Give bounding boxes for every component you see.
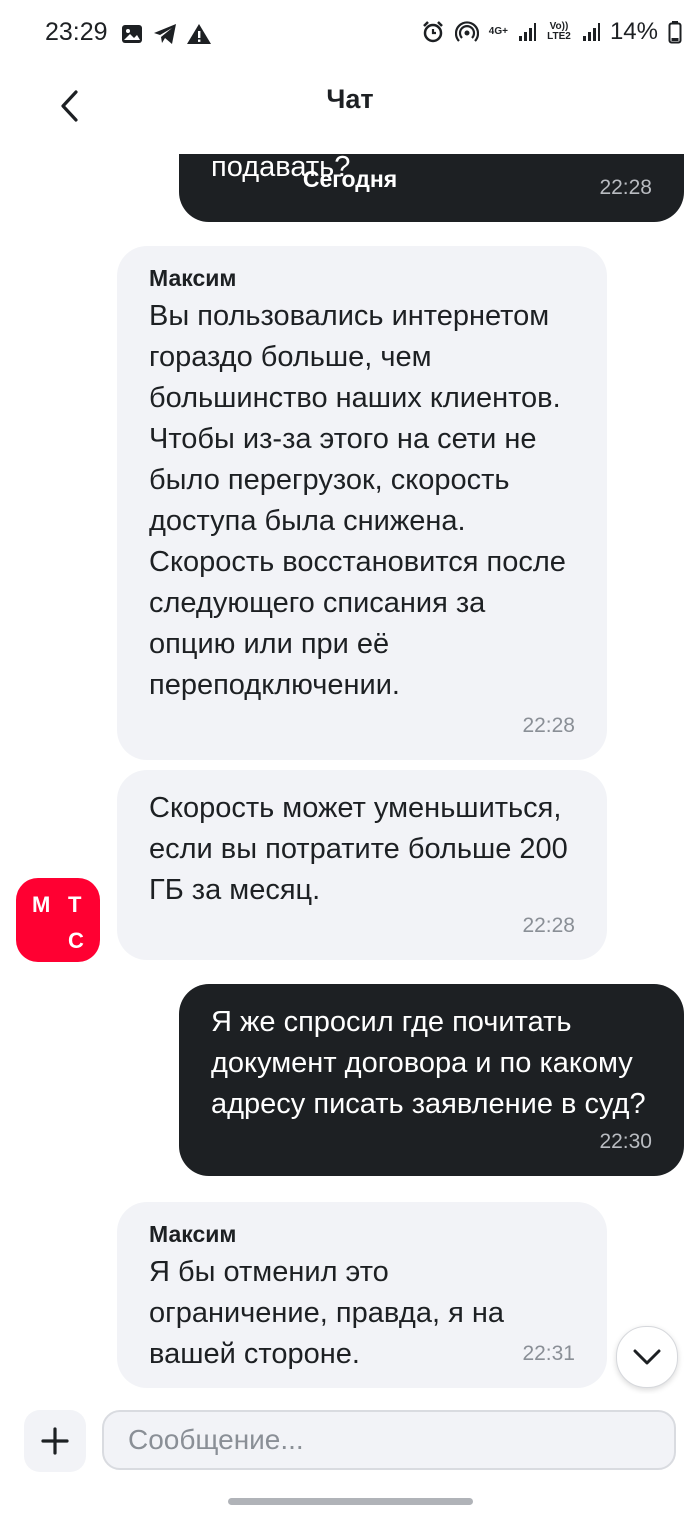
message-list[interactable]: и по какому адресу в суд подавать? 22:28… bbox=[0, 154, 700, 1394]
sender-name: Максим bbox=[149, 265, 237, 291]
message-text: Я бы отменил это ограничение, правда, я … bbox=[149, 1256, 513, 1370]
sender-name: Максим bbox=[149, 1221, 237, 1247]
message-time: 22:31 bbox=[522, 1342, 575, 1365]
message-composer bbox=[0, 1394, 700, 1517]
operator-avatar: М Т С bbox=[16, 878, 100, 962]
gallery-icon bbox=[122, 25, 142, 43]
message-text: Я же спросил где почитать документ догов… bbox=[211, 1006, 646, 1120]
chevron-down-icon bbox=[633, 1349, 661, 1365]
message-text: Вы пользовались интернетом гораздо больш… bbox=[149, 300, 574, 701]
signal-icon bbox=[518, 23, 536, 41]
message-input[interactable] bbox=[102, 1410, 676, 1470]
message-time: 22:30 bbox=[599, 1130, 652, 1153]
message-time: 22:28 bbox=[522, 914, 575, 937]
network-type: 4G+ bbox=[488, 26, 508, 37]
message-bubble-incoming[interactable]: Максим Я бы отменил это ограничение, пра… bbox=[117, 1202, 607, 1388]
avatar-letter: М bbox=[32, 892, 51, 917]
message-bubble-incoming[interactable]: Максим Вы пользовались интернетом горазд… bbox=[117, 246, 607, 760]
page-title: Чат bbox=[326, 84, 374, 114]
avatar-letter: Т bbox=[68, 892, 82, 917]
avatar-letter: С bbox=[68, 928, 84, 953]
battery-icon bbox=[668, 21, 682, 44]
message-time: 22:28 bbox=[522, 714, 575, 737]
date-separator: Сегодня bbox=[302, 166, 398, 192]
scroll-to-bottom-button[interactable] bbox=[616, 1326, 678, 1388]
status-bar: 23:29 4G+ Vo)) LTE2 14% bbox=[0, 0, 700, 70]
hotspot-icon bbox=[454, 21, 479, 42]
chat-header: Чат bbox=[0, 70, 700, 154]
message-bubble-incoming[interactable]: Скорость может уменьшиться, если вы потр… bbox=[117, 770, 607, 960]
message-text: Скорость может уменьшиться, если вы потр… bbox=[149, 792, 576, 906]
message-bubble-outgoing[interactable]: Я же спросил где почитать документ догов… bbox=[179, 984, 684, 1176]
battery-percent: 14% bbox=[609, 18, 658, 45]
status-time: 23:29 bbox=[45, 18, 108, 46]
notification-icons bbox=[120, 22, 212, 46]
alarm-icon bbox=[422, 21, 443, 43]
system-icons: 4G+ Vo)) LTE2 14% bbox=[421, 18, 682, 46]
attach-button[interactable] bbox=[24, 1410, 86, 1472]
signal-icon-2 bbox=[582, 23, 600, 41]
plus-icon bbox=[41, 1427, 69, 1455]
warning-icon bbox=[187, 24, 211, 44]
home-indicator[interactable] bbox=[228, 1498, 473, 1505]
volte-indicator: Vo)) LTE2 bbox=[547, 21, 571, 42]
telegram-icon bbox=[154, 24, 176, 44]
